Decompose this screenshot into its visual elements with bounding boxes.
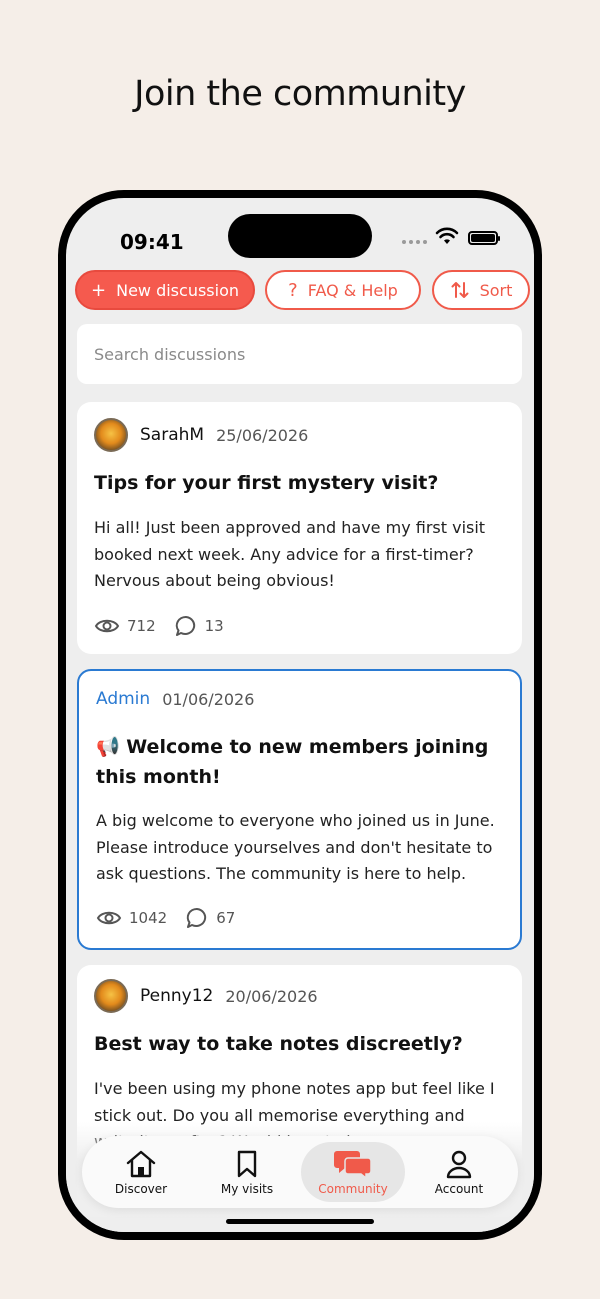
new-discussion-button[interactable]: + New discussion — [75, 270, 255, 310]
post-author[interactable]: SarahM — [140, 425, 204, 445]
comments-stat: 13 — [174, 614, 224, 638]
post-body: Hi all! Just been approved and have my f… — [94, 518, 486, 590]
tab-discover[interactable]: Discover — [89, 1142, 193, 1202]
chat-bubbles-icon — [334, 1150, 372, 1179]
sort-label: Sort — [479, 280, 513, 300]
question-icon: ? — [288, 279, 298, 301]
sort-button[interactable]: Sort — [432, 270, 530, 310]
post-stats: 712 13 — [94, 614, 234, 638]
search-bar — [77, 324, 522, 384]
sort-icon — [451, 282, 469, 298]
tab-label: Discover — [114, 1181, 168, 1196]
faq-help-label: FAQ & Help — [307, 280, 398, 300]
views-count: 1042 — [129, 909, 168, 927]
avatar — [94, 979, 128, 1013]
post-title: Tips for your first mystery visit? — [94, 472, 439, 494]
page-headline: Join the community — [134, 74, 466, 114]
wifi-icon — [435, 227, 459, 244]
post-author[interactable]: Penny12 — [140, 986, 213, 1006]
tab-label: Community — [318, 1181, 388, 1196]
post-stats: 1042 67 — [96, 906, 245, 930]
views-count: 712 — [127, 617, 156, 635]
new-discussion-label: New discussion — [116, 280, 239, 300]
post-date: 01/06/2026 — [162, 689, 255, 709]
tab-label: Account — [434, 1181, 484, 1196]
post-meta: Penny12 20/06/2026 — [94, 979, 318, 1013]
tab-community[interactable]: Community — [301, 1142, 405, 1202]
post-date: 20/06/2026 — [225, 986, 318, 1006]
dynamic-island — [228, 214, 372, 258]
post-title: 📢 Welcome to new members joining this mo… — [96, 736, 489, 788]
search-input[interactable] — [94, 344, 522, 364]
battery-icon — [468, 231, 500, 245]
signal-icon — [402, 240, 427, 244]
avatar — [94, 418, 128, 452]
comment-icon — [175, 615, 195, 636]
post-author[interactable]: Admin — [96, 689, 150, 709]
announcement-card[interactable]: Admin 01/06/2026 📢 Welcome to new member… — [77, 669, 522, 950]
faq-help-button[interactable]: ? FAQ & Help — [265, 270, 421, 310]
home-icon — [126, 1150, 156, 1177]
eye-icon — [96, 911, 122, 925]
views-stat: 1042 — [96, 909, 167, 927]
person-icon — [446, 1150, 472, 1178]
eye-icon — [94, 619, 120, 633]
bookmark-icon — [237, 1150, 257, 1177]
post-title: Best way to take notes discreetly? — [94, 1033, 463, 1055]
post-body: A big welcome to everyone who joined us … — [96, 811, 495, 883]
home-indicator — [226, 1219, 374, 1224]
phone-screen: 09:41 + New discussion ? FAQ & Help Sort — [66, 198, 534, 1232]
tab-label: My visits — [220, 1181, 274, 1196]
comment-icon — [187, 907, 207, 928]
status-time: 09:41 — [120, 230, 184, 254]
post-date: 25/06/2026 — [216, 425, 309, 445]
phone-frame: 09:41 + New discussion ? FAQ & Help Sort — [58, 190, 542, 1240]
comments-count: 13 — [204, 617, 224, 635]
comments-count: 67 — [216, 909, 236, 927]
views-stat: 712 — [94, 617, 156, 635]
comments-stat: 67 — [185, 906, 235, 930]
tab-my-visits[interactable]: My visits — [195, 1142, 299, 1202]
post-meta: Admin 01/06/2026 — [96, 689, 254, 709]
plus-icon: + — [91, 279, 107, 301]
post-meta: SarahM 25/06/2026 — [94, 418, 308, 452]
discussion-card[interactable]: SarahM 25/06/2026 Tips for your first my… — [77, 402, 522, 654]
bottom-tab-bar: Discover My visits Community Account — [82, 1136, 518, 1208]
tab-account[interactable]: Account — [407, 1142, 511, 1202]
